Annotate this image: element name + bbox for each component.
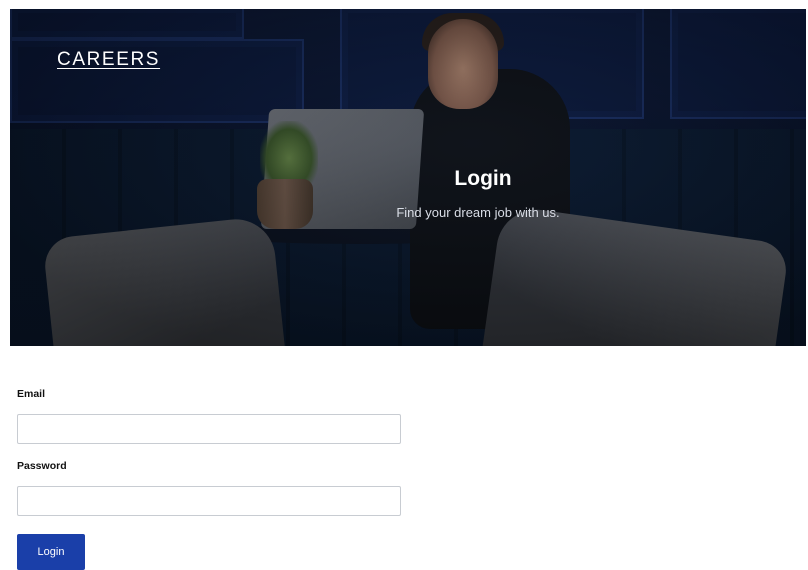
password-field[interactable] — [17, 486, 401, 516]
email-field[interactable] — [17, 414, 401, 444]
password-label: Password — [17, 460, 67, 472]
email-label: Email — [17, 388, 46, 400]
hero-banner: CAREERS Login Find your dream job with u… — [10, 9, 806, 346]
page-title: Login — [454, 167, 512, 190]
login-form: Email Password Login — [17, 388, 403, 570]
login-button[interactable]: Login — [17, 534, 85, 570]
brand-link[interactable]: CAREERS — [57, 49, 160, 71]
page-subtitle: Find your dream job with us. — [396, 205, 560, 220]
